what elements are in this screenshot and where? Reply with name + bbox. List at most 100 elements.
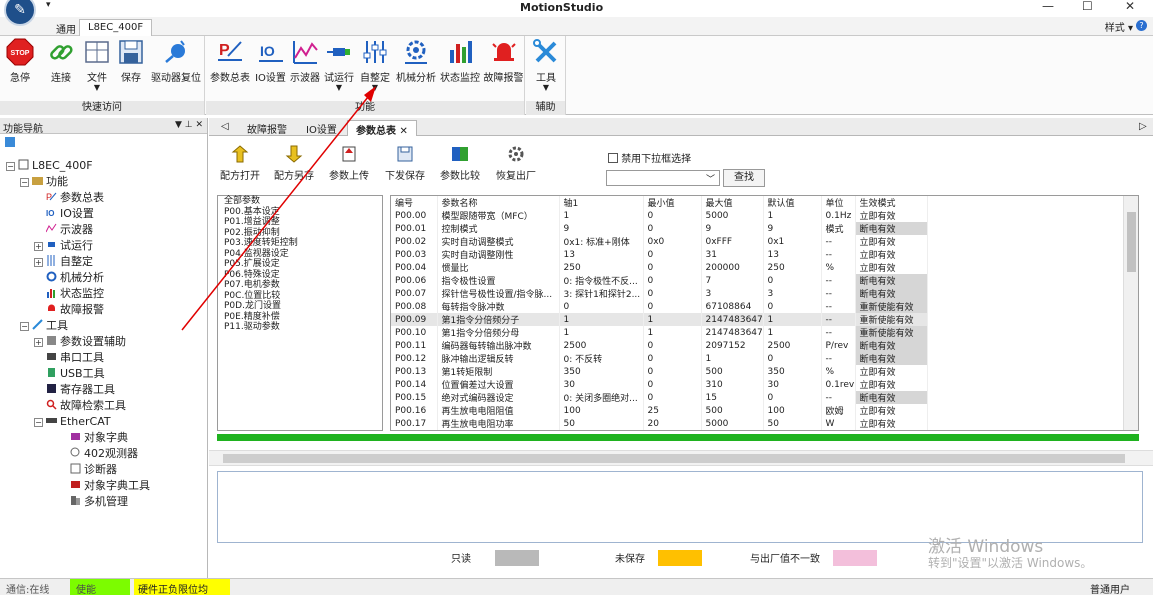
table-cell[interactable]: 2147483647: [701, 326, 764, 339]
recipe-open-button[interactable]: 配方打开: [217, 145, 263, 182]
table-cell[interactable]: 0: [763, 274, 822, 287]
table-cell[interactable]: 20: [643, 417, 702, 430]
recipe-saveas-button[interactable]: 配方另存: [271, 145, 317, 182]
table-row[interactable]: P00.13 第1转矩限制 350 0 500 350% 立即有效: [391, 365, 928, 378]
tree-object-dict-tool[interactable]: 对象字典工具: [70, 478, 150, 493]
table-cell[interactable]: %: [821, 365, 856, 378]
table-row[interactable]: P00.07 探针信号极性设置/指令脉... 3: 探针1和探针2... 0 3 3 -- 断…: [391, 287, 928, 300]
table-cell[interactable]: 1: [763, 209, 822, 222]
table-cell[interactable]: 1: [559, 209, 644, 222]
table-cell[interactable]: 3: [763, 287, 822, 300]
table-cell[interactable]: 每转指令脉冲数: [437, 300, 560, 313]
table-row[interactable]: P00.00 模型跟随带宽（MFC） 1 0 5000 1 0.1Hz 立即有效: [391, 209, 928, 222]
table-row[interactable]: P00.02 实时自动调整模式 0x1: 标准+刚体 0x0 0xFFF 0x1 -- 立即有…: [391, 235, 928, 248]
save-button[interactable]: 保存: [116, 38, 146, 84]
connect-button[interactable]: 连接: [44, 38, 78, 84]
table-row[interactable]: P00.10 第1指令分倍频分母 1 1 2147483647 1 -- 重新使能有效: [391, 326, 928, 339]
table-cell[interactable]: 指令极性设置: [437, 274, 560, 287]
nav-list-icon[interactable]: [4, 136, 16, 148]
table-cell[interactable]: 25: [643, 404, 702, 417]
table-cell[interactable]: 0: [643, 339, 702, 352]
table-cell[interactable]: P00.06: [391, 274, 438, 287]
table-cell[interactable]: 3: [701, 287, 764, 300]
param-group-item[interactable]: P01.增益调整: [218, 217, 382, 228]
table-cell[interactable]: 断电有效: [855, 339, 928, 352]
table-cell[interactable]: --: [821, 391, 856, 404]
tab-device[interactable]: L8EC_400F: [79, 19, 153, 36]
param-group-item[interactable]: P0D.龙门设置: [218, 301, 382, 312]
table-cell[interactable]: --: [821, 274, 856, 287]
table-cell[interactable]: 1: [643, 313, 702, 326]
column-header[interactable]: 单位: [821, 196, 856, 209]
table-cell[interactable]: 250: [559, 261, 644, 274]
table-cell[interactable]: 1: [763, 326, 822, 339]
table-cell[interactable]: 9: [701, 222, 764, 235]
table-cell[interactable]: P00.08: [391, 300, 438, 313]
table-cell[interactable]: 0x0: [643, 235, 702, 248]
table-cell[interactable]: P00.03: [391, 248, 438, 261]
table-cell[interactable]: 0: [763, 300, 822, 313]
table-cell[interactable]: 50: [559, 417, 644, 430]
tree-ethercat[interactable]: − EtherCAT: [34, 414, 111, 429]
table-cell[interactable]: 9: [559, 222, 644, 235]
close-button[interactable]: ✕: [1125, 0, 1135, 13]
checkbox-box[interactable]: [608, 153, 618, 163]
table-cell[interactable]: 2147483647: [701, 313, 764, 326]
table-row[interactable]: P00.12 脉冲输出逻辑反转 0: 不反转 0 1 0 -- 断电有效: [391, 352, 928, 365]
table-cell[interactable]: 0: [643, 365, 702, 378]
table-cell[interactable]: 第1转矩限制: [437, 365, 560, 378]
tree-io[interactable]: IO IO设置: [46, 206, 94, 221]
table-cell[interactable]: 50: [763, 417, 822, 430]
table-cell[interactable]: W: [821, 417, 856, 430]
param-upload-button[interactable]: 参数上传: [327, 145, 371, 182]
table-cell[interactable]: 立即有效: [855, 235, 928, 248]
table-cell[interactable]: 350: [763, 365, 822, 378]
table-cell[interactable]: 断电有效: [855, 391, 928, 404]
table-cell[interactable]: P00.00: [391, 209, 438, 222]
table-cell[interactable]: 惯量比: [437, 261, 560, 274]
table-cell[interactable]: 立即有效: [855, 209, 928, 222]
help-icon[interactable]: ?: [1136, 20, 1147, 31]
table-cell[interactable]: P00.12: [391, 352, 438, 365]
doc-tab-alarm[interactable]: 故障报警: [239, 120, 295, 136]
table-cell[interactable]: 0: [643, 209, 702, 222]
table-cell[interactable]: 0: [643, 287, 702, 300]
table-cell[interactable]: 再生放电电阻阻值: [437, 404, 560, 417]
table-row[interactable]: P00.09 第1指令分倍频分子 1 1 2147483647 1 -- 重新使能有效: [391, 313, 928, 326]
table-cell[interactable]: 5000: [701, 417, 764, 430]
disable-dropdown-checkbox[interactable]: 禁用下拉框选择: [608, 150, 691, 165]
table-cell[interactable]: 立即有效: [855, 248, 928, 261]
tab-scroll-left[interactable]: ◁: [213, 120, 237, 136]
table-cell[interactable]: 重新使能有效: [855, 300, 928, 313]
alarm-button[interactable]: 故障报警: [482, 38, 525, 84]
table-row[interactable]: P00.11 编码器每转输出脉冲数 2500 0 2097152 2500 P/rev 断电有…: [391, 339, 928, 352]
table-cell[interactable]: 实时自动调整刚性: [437, 248, 560, 261]
table-cell[interactable]: 67108864: [701, 300, 764, 313]
maximize-button[interactable]: ☐: [1082, 0, 1093, 13]
table-cell[interactable]: 0: [643, 274, 702, 287]
table-cell[interactable]: P00.04: [391, 261, 438, 274]
table-cell[interactable]: 100: [763, 404, 822, 417]
tree-usb[interactable]: USB工具: [46, 366, 105, 381]
table-cell[interactable]: 1: [701, 352, 764, 365]
table-cell[interactable]: 控制模式: [437, 222, 560, 235]
param-group-item[interactable]: P02.振动抑制: [218, 228, 382, 239]
table-cell[interactable]: 立即有效: [855, 378, 928, 391]
tree-register[interactable]: 寄存器工具: [46, 382, 115, 397]
table-cell[interactable]: 0: [643, 300, 702, 313]
table-cell[interactable]: 断电有效: [855, 287, 928, 300]
table-cell[interactable]: P00.02: [391, 235, 438, 248]
tree-trial[interactable]: + 试运行: [34, 238, 93, 253]
param-group-item[interactable]: P03.速度转矩控制: [218, 238, 382, 249]
search-select[interactable]: ﹀: [606, 170, 720, 186]
table-cell[interactable]: 探针信号极性设置/指令脉...: [437, 287, 560, 300]
io-settings-button[interactable]: IO IO设置: [254, 38, 287, 84]
table-cell[interactable]: 0: [643, 261, 702, 274]
quick-access-dropdown-icon[interactable]: ▾: [46, 0, 51, 10]
tree-param-assist[interactable]: + 参数设置辅助: [34, 334, 126, 349]
table-cell[interactable]: P00.07: [391, 287, 438, 300]
table-cell[interactable]: 7: [701, 274, 764, 287]
tree-scope[interactable]: 示波器: [46, 222, 93, 237]
table-cell[interactable]: 第1指令分倍频分母: [437, 326, 560, 339]
tree-tools[interactable]: − 工具: [20, 318, 68, 333]
